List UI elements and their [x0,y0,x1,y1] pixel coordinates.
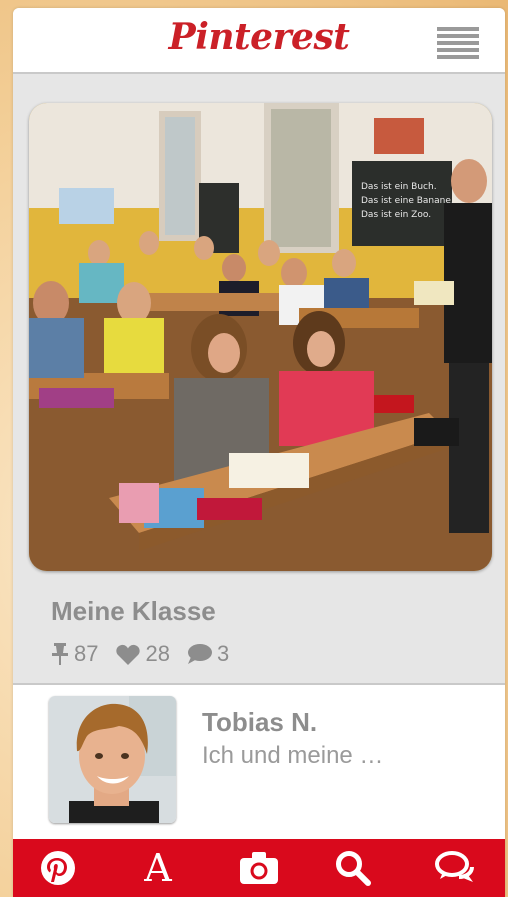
svg-text:Das ist ein Zoo.: Das ist ein Zoo. [361,210,431,220]
bottom-tab-bar: A [13,839,505,897]
like-count-value: 28 [145,641,170,666]
classroom-photo[interactable]: Das ist ein Buch. Das ist eine Banane. D… [29,103,492,571]
comment-count-value: 3 [216,641,230,666]
user-card[interactable]: Tobias N. Ich und meine … [13,685,505,839]
repin-count: 87 [51,641,98,667]
user-avatar[interactable] [49,696,176,823]
svg-text:Das ist eine Banane.: Das ist eine Banane. [361,196,454,206]
pin-title[interactable]: Meine Klasse [51,596,216,627]
svg-text:Das ist ein Buch.: Das ist ein Buch. [361,182,437,192]
top-bar: Pinterest [13,8,505,74]
pin-stats: 87 28 3 [51,640,247,668]
pinterest-logo-icon[interactable] [28,839,88,897]
app-screen: Pinterest Das ist ein Buch. Das ist eine… [13,8,505,897]
pushpin-icon [52,643,68,665]
repin-count-value: 87 [74,641,99,666]
heart-icon [116,644,141,665]
search-icon[interactable] [323,839,383,897]
chat-bubbles-icon[interactable] [425,839,485,897]
camera-icon[interactable] [229,839,289,897]
comment-icon [187,644,212,664]
pin-card[interactable]: Das ist ein Buch. Das ist eine Banane. D… [13,82,505,684]
user-name[interactable]: Tobias N. [202,707,317,738]
comment-count: 3 [187,641,230,667]
text-a-icon[interactable]: A [128,839,188,897]
like-count: 28 [116,641,170,667]
hamburger-menu-icon[interactable] [437,27,479,59]
user-description: Ich und meine … [202,742,384,769]
pinterest-logo[interactable]: Pinterest [13,16,505,58]
